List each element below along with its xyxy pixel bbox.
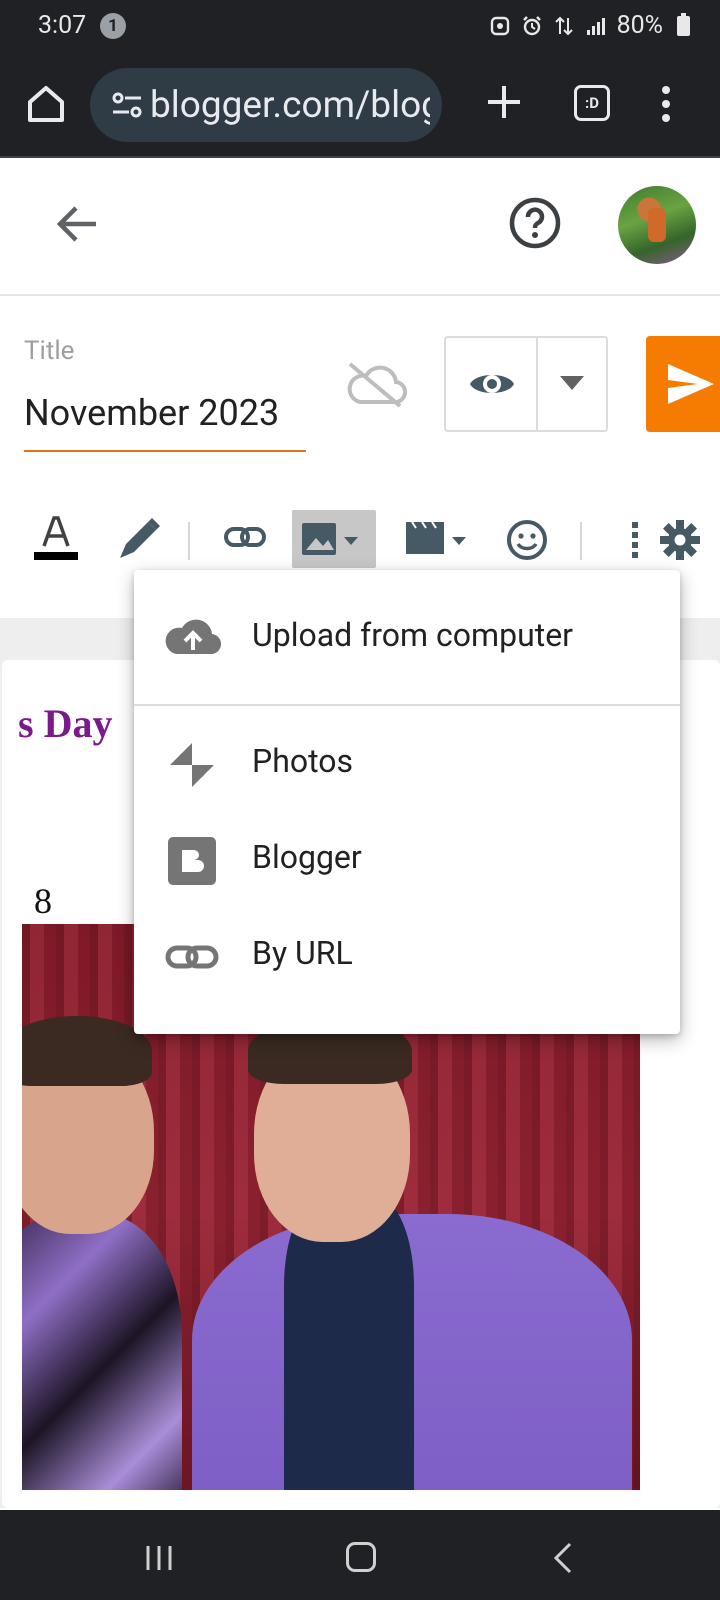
link-icon: [224, 527, 266, 547]
video-icon: [406, 521, 466, 554]
tab-switcher-button[interactable]: :D: [574, 85, 610, 121]
more-vert-icon: [632, 522, 638, 558]
link-button[interactable]: [222, 510, 268, 570]
address-bar[interactable]: blogger.com/blog/post/edit: [90, 68, 442, 142]
preview-button[interactable]: [446, 338, 538, 430]
more-options-button[interactable]: [626, 510, 646, 570]
preview-dropdown[interactable]: [538, 338, 608, 430]
status-icons: 80%: [489, 11, 690, 40]
new-tab-icon[interactable]: [484, 82, 524, 122]
status-bar: 3:07 1 80%: [0, 0, 720, 52]
post-number: 8: [34, 881, 52, 921]
help-icon[interactable]: [508, 196, 562, 250]
browser-toolbar: blogger.com/blog/post/edit :D: [0, 52, 720, 158]
image-icon: [302, 523, 358, 555]
preview-button-group: [444, 336, 608, 432]
menu-divider: [134, 704, 680, 706]
menu-item-label: Photos: [252, 742, 353, 780]
upload-cloud-icon: [165, 619, 222, 655]
battery-percent: 80%: [616, 11, 663, 40]
toolbar-divider: [188, 522, 190, 560]
insert-video-button[interactable]: [402, 510, 472, 570]
back-nav-icon[interactable]: [552, 1542, 574, 1574]
send-icon: [668, 364, 714, 404]
site-settings-icon[interactable]: [110, 90, 144, 120]
alarm-icon: [522, 15, 541, 35]
insert-image-button[interactable]: [292, 510, 376, 568]
google-photos-icon: [170, 743, 214, 787]
highlight-button[interactable]: [112, 510, 162, 570]
post-heading: s Day: [18, 701, 113, 746]
signal-icon: [586, 17, 605, 35]
avatar[interactable]: [618, 186, 696, 264]
menu-item-label: Upload from computer: [252, 616, 573, 654]
menu-item-blogger[interactable]: Blogger: [134, 812, 680, 908]
more-vert-icon[interactable]: [656, 82, 676, 126]
recents-icon[interactable]: [144, 1544, 174, 1572]
home-icon[interactable]: [22, 80, 70, 128]
eye-icon: [470, 375, 514, 393]
menu-item-photos[interactable]: Photos: [134, 716, 680, 812]
text-color-icon: [34, 516, 78, 560]
toolbar-divider: [580, 522, 582, 560]
url-text: blogger.com/blog/post/edit: [150, 84, 430, 127]
menu-item-label: Blogger: [252, 838, 362, 876]
notification-count-badge: 1: [100, 13, 126, 39]
insert-image-menu: Upload from computer Photos Blogger By U…: [134, 570, 680, 1034]
system-nav-bar: [0, 1510, 720, 1600]
caret-down-icon: [560, 376, 584, 390]
gear-icon: [660, 520, 700, 560]
highlighter-icon: [120, 518, 160, 558]
status-time: 3:07: [38, 11, 87, 40]
back-arrow-icon[interactable]: [52, 198, 104, 250]
link-icon: [165, 945, 219, 969]
text-color-button[interactable]: [30, 510, 82, 570]
menu-item-label: By URL: [252, 934, 353, 972]
cloud-off-icon: [347, 362, 407, 408]
data-saver-icon: [490, 16, 509, 35]
menu-item-upload[interactable]: Upload from computer: [134, 580, 680, 692]
menu-item-by-url[interactable]: By URL: [134, 908, 680, 1004]
emoji-button[interactable]: [504, 510, 550, 570]
blogger-icon: [168, 837, 216, 885]
publish-button[interactable]: [646, 336, 720, 432]
battery-icon: [677, 12, 690, 36]
title-input[interactable]: November 2023: [24, 392, 306, 452]
data-transfer-icon: [554, 16, 573, 35]
home-nav-icon[interactable]: [346, 1542, 376, 1572]
editor-header: [0, 160, 720, 296]
title-label: Title: [24, 336, 75, 366]
settings-button[interactable]: [656, 510, 704, 570]
emoji-icon: [507, 520, 547, 560]
